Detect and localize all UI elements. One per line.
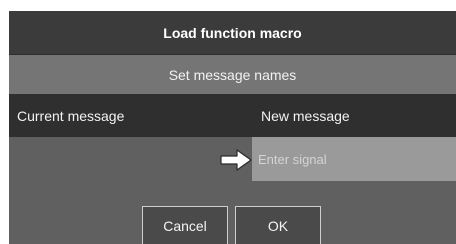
message-header-row: Current message New message bbox=[9, 94, 456, 137]
cancel-button[interactable]: Cancel bbox=[142, 206, 228, 244]
signal-name-input[interactable] bbox=[252, 137, 456, 181]
dialog-subtitle: Set message names bbox=[9, 55, 456, 94]
new-message-header: New message bbox=[261, 107, 350, 124]
load-function-macro-dialog: Load function macro Set message names Cu… bbox=[9, 11, 456, 244]
current-message-header: Current message bbox=[17, 107, 125, 124]
dialog-title: Load function macro bbox=[9, 11, 456, 55]
arrow-right-icon bbox=[220, 149, 252, 171]
ok-button[interactable]: OK bbox=[235, 206, 321, 244]
